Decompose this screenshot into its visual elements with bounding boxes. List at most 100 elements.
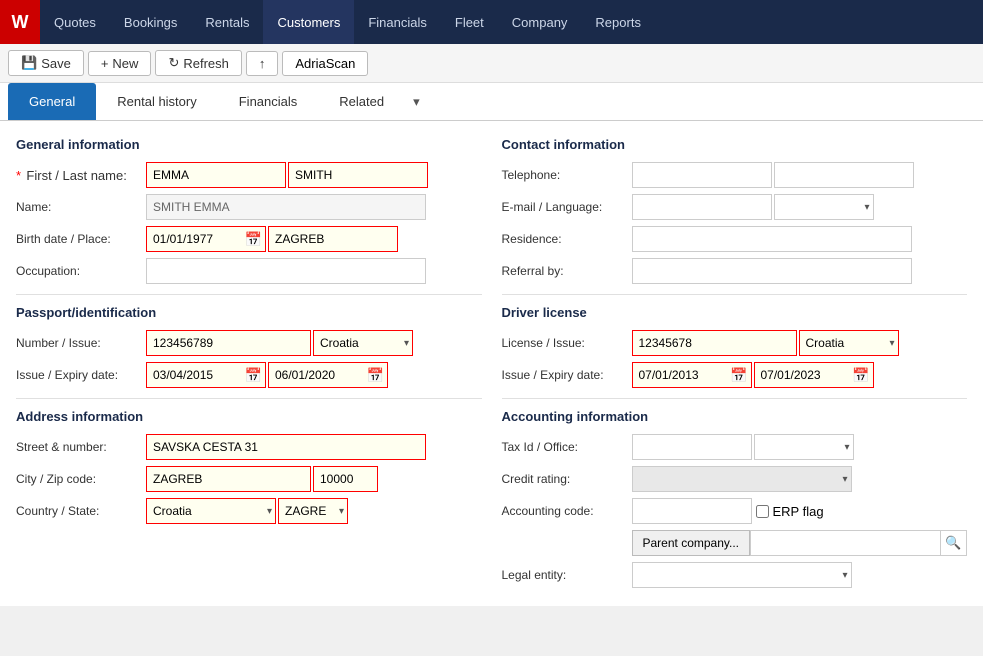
erp-flag-checkbox[interactable] xyxy=(756,505,769,518)
license-country-select[interactable]: Croatia xyxy=(799,330,899,356)
main-content: General information * First / Last name:… xyxy=(0,121,983,606)
tabs-bar: General Rental history Financials Relate… xyxy=(0,83,983,121)
passport-expiry-input[interactable] xyxy=(268,362,388,388)
zip-input[interactable] xyxy=(313,466,378,492)
accounting-code-row: Accounting code: ERP flag xyxy=(502,498,968,524)
country-state-label: Country / State: xyxy=(16,504,146,518)
city-zip-row: City / Zip code: xyxy=(16,466,482,492)
accounting-code-label: Accounting code: xyxy=(502,504,632,518)
credit-rating-select[interactable] xyxy=(632,466,852,492)
nav-item-fleet[interactable]: Fleet xyxy=(441,0,498,44)
tax-id-row: Tax Id / Office: ▾ xyxy=(502,434,968,460)
referral-input[interactable] xyxy=(632,258,912,284)
save-button[interactable]: 💾 Save xyxy=(8,50,84,76)
nav-item-quotes[interactable]: Quotes xyxy=(40,0,110,44)
country-select[interactable]: Croatia xyxy=(146,498,276,524)
license-dates-row: Issue / Expiry date: 📅 📅 xyxy=(502,362,968,388)
tab-rental-history[interactable]: Rental history xyxy=(96,83,217,120)
nav-item-customers[interactable]: Customers xyxy=(263,0,354,44)
street-input[interactable] xyxy=(146,434,426,460)
nav-item-financials[interactable]: Financials xyxy=(354,0,441,44)
passport-issue-input[interactable] xyxy=(146,362,266,388)
city-zip-label: City / Zip code: xyxy=(16,472,146,486)
license-number-input[interactable] xyxy=(632,330,797,356)
passport-title: Passport/identification xyxy=(16,305,482,320)
occupation-row: Occupation: xyxy=(16,258,482,284)
name-row: Name: xyxy=(16,194,482,220)
nav-item-reports[interactable]: Reports xyxy=(581,0,655,44)
refresh-label: Refresh xyxy=(183,56,229,71)
tax-id-input[interactable] xyxy=(632,434,752,460)
birth-date-row: Birth date / Place: 📅 xyxy=(16,226,482,252)
new-button[interactable]: + New xyxy=(88,51,152,76)
email-input[interactable] xyxy=(632,194,772,220)
tab-financials[interactable]: Financials xyxy=(218,83,319,120)
birth-place-input[interactable] xyxy=(268,226,398,252)
save-label: Save xyxy=(41,56,71,71)
legal-entity-select[interactable] xyxy=(632,562,852,588)
new-label: New xyxy=(112,56,138,71)
birth-date-label: Birth date / Place: xyxy=(16,232,146,246)
telephone-row: Telephone: xyxy=(502,162,968,188)
occupation-input[interactable] xyxy=(146,258,426,284)
export-icon: ↑ xyxy=(259,56,266,71)
tab-general[interactable]: General xyxy=(8,83,96,120)
passport-number-row: Number / Issue: Croatia ▾ xyxy=(16,330,482,356)
passport-country-select[interactable]: Croatia xyxy=(313,330,413,356)
contact-title: Contact information xyxy=(502,137,968,152)
referral-row: Referral by: xyxy=(502,258,968,284)
credit-rating-label: Credit rating: xyxy=(502,472,632,486)
required-star: * xyxy=(16,168,21,183)
passport-number-input[interactable] xyxy=(146,330,311,356)
passport-number-label: Number / Issue: xyxy=(16,336,146,350)
refresh-button[interactable]: ↻ Refresh xyxy=(155,50,241,76)
telephone2-input[interactable] xyxy=(774,162,914,188)
export-button[interactable]: ↑ xyxy=(246,51,279,76)
driver-license-title: Driver license xyxy=(502,305,968,320)
first-last-name-row: * First / Last name: xyxy=(16,162,482,188)
occupation-label: Occupation: xyxy=(16,264,146,278)
license-expiry-input[interactable] xyxy=(754,362,874,388)
refresh-icon: ↻ xyxy=(168,55,179,71)
telephone-label: Telephone: xyxy=(502,168,632,182)
accounting-title: Accounting information xyxy=(502,409,968,424)
tab-more-button[interactable]: ▾ xyxy=(405,84,428,120)
language-select[interactable] xyxy=(774,194,874,220)
license-issue-input[interactable] xyxy=(632,362,752,388)
last-name-input[interactable] xyxy=(288,162,428,188)
license-country-wrapper: Croatia ▾ xyxy=(799,330,899,356)
nav-item-bookings[interactable]: Bookings xyxy=(110,0,191,44)
passport-expiry-wrapper: 📅 xyxy=(268,362,388,388)
birth-date-input[interactable] xyxy=(146,226,266,252)
first-name-input[interactable] xyxy=(146,162,286,188)
street-row: Street & number: xyxy=(16,434,482,460)
residence-row: Residence: xyxy=(502,226,968,252)
street-label: Street & number: xyxy=(16,440,146,454)
left-panel: General information * First / Last name:… xyxy=(16,133,482,594)
credit-rating-row: Credit rating: ▾ xyxy=(502,466,968,492)
license-expiry-wrapper: 📅 xyxy=(754,362,874,388)
nav-item-rentals[interactable]: Rentals xyxy=(191,0,263,44)
country-wrapper: Croatia ▾ xyxy=(146,498,276,524)
residence-input[interactable] xyxy=(632,226,912,252)
passport-dates-label: Issue / Expiry date: xyxy=(16,368,146,382)
state-select[interactable]: ZAGRE xyxy=(278,498,348,524)
parent-company-input[interactable] xyxy=(750,530,941,556)
first-last-name-label: * First / Last name: xyxy=(16,168,146,183)
city-input[interactable] xyxy=(146,466,311,492)
license-number-row: License / Issue: Croatia ▾ xyxy=(502,330,968,356)
parent-company-button[interactable]: Parent company... xyxy=(632,530,751,556)
tab-related[interactable]: Related xyxy=(318,83,405,120)
nav-item-company[interactable]: Company xyxy=(498,0,582,44)
parent-company-search-button[interactable]: 🔍 xyxy=(941,530,967,556)
erp-flag-label[interactable]: ERP flag xyxy=(756,504,824,519)
email-language-label: E-mail / Language: xyxy=(502,200,632,214)
tax-office-select[interactable] xyxy=(754,434,854,460)
telephone1-input[interactable] xyxy=(632,162,772,188)
legal-entity-row: Legal entity: ▾ xyxy=(502,562,968,588)
accounting-code-input[interactable] xyxy=(632,498,752,524)
adriascan-button[interactable]: AdriaScan xyxy=(282,51,368,76)
country-state-row: Country / State: Croatia ▾ ZAGRE ▾ xyxy=(16,498,482,524)
passport-issue-wrapper: 📅 xyxy=(146,362,266,388)
license-dates-label: Issue / Expiry date: xyxy=(502,368,632,382)
